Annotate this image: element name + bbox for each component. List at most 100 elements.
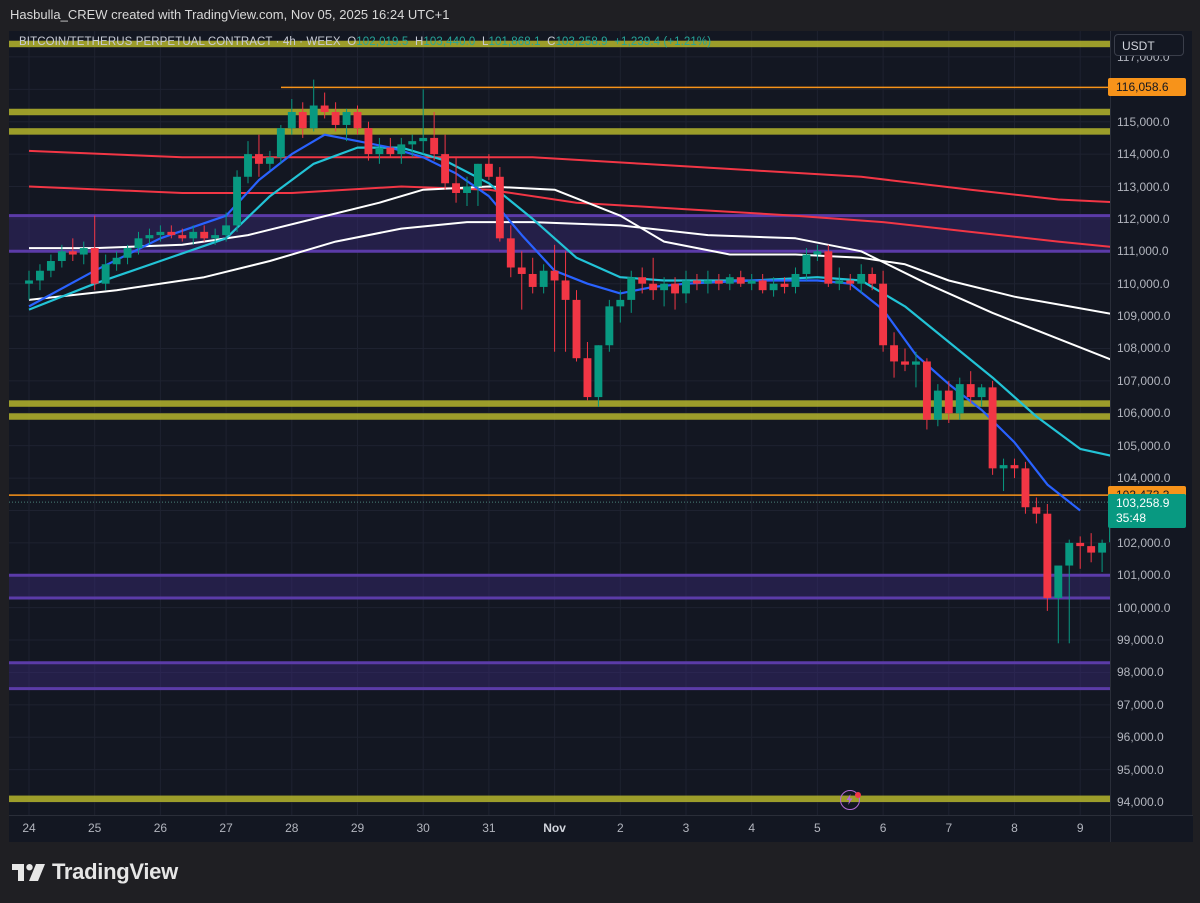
candle-body: [649, 283, 658, 291]
candle-body: [255, 154, 263, 164]
price-tick-label: 109,000.0: [1117, 309, 1171, 324]
candle-body: [309, 105, 318, 129]
time-tick-label: 25: [88, 821, 102, 835]
candle-body: [452, 183, 460, 193]
price-chart[interactable]: [9, 31, 1110, 815]
candle-body: [703, 280, 712, 284]
candle-body: [506, 238, 515, 268]
tradingview-logo[interactable]: TradingView: [12, 859, 178, 885]
candle-body: [583, 358, 592, 398]
candle-body: [287, 111, 296, 129]
purple-zone: [9, 575, 1110, 598]
time-tick-label: 29: [350, 821, 365, 835]
price-tick-label: 106,000.0: [1117, 406, 1171, 421]
time-tick-label: Nov: [543, 821, 566, 835]
candle-body: [178, 235, 187, 239]
candle-body: [145, 235, 154, 239]
candle-body: [265, 157, 274, 164]
last-price-value: 103,258.9: [1116, 496, 1170, 511]
candle-body: [616, 299, 625, 307]
candle-body: [320, 105, 329, 112]
price-tick-label: 98,000.0: [1117, 665, 1164, 680]
yellow-zone: [9, 108, 1110, 116]
candle-body: [572, 299, 581, 359]
price-tick-label: 114,000.0: [1117, 147, 1170, 162]
candle-body: [167, 231, 176, 236]
chart-pane[interactable]: BITCOIN/TETHERUS PERPETUAL CONTRACT · 4h…: [9, 31, 1110, 815]
last-price-badge: 103,258.9 35:48: [1108, 494, 1186, 529]
price-tick-label: 95,000.0: [1117, 762, 1164, 777]
candle-body: [955, 384, 964, 414]
candle-body: [693, 280, 701, 284]
candle-body: [966, 384, 975, 398]
price-tick-label: 104,000.0: [1117, 471, 1171, 486]
candle-body: [463, 186, 471, 193]
candle-body: [791, 273, 800, 287]
time-tick-label: 27: [219, 821, 233, 835]
time-tick-label: 28: [285, 821, 299, 835]
time-axis[interactable]: 24 25 26 27 28 29 30 31 Nov 2 3 4 5 6 7 8 9: [9, 815, 1110, 842]
price-tick-label: 111,000.0: [1117, 244, 1169, 259]
candle-body: [714, 280, 723, 284]
candle-body: [68, 251, 77, 255]
candle-body: [539, 270, 548, 287]
price-tick-label: 110,000.0: [1117, 276, 1170, 291]
purple-zone: [9, 662, 1110, 689]
candle-body: [200, 231, 209, 239]
candle-body: [660, 283, 669, 291]
candle-body: [550, 270, 559, 281]
candle-body: [736, 277, 745, 284]
candle-body: [638, 277, 647, 284]
time-tick-label: 2: [616, 821, 624, 835]
price-tick-label: 101,000.0: [1117, 568, 1171, 583]
candle-body: [912, 361, 920, 365]
candle-body: [244, 154, 252, 177]
candle-body: [36, 270, 44, 281]
candle-body: [769, 283, 778, 291]
price-tick-label: 94,000.0: [1117, 795, 1164, 810]
time-tick-label: 26: [153, 821, 168, 835]
candle-body: [134, 238, 143, 249]
candle-body: [419, 137, 428, 142]
candle-body: [222, 225, 231, 236]
candle-body: [944, 390, 953, 414]
candle-body: [890, 345, 898, 362]
price-tick-label: 99,000.0: [1117, 633, 1164, 648]
price-tick-label: 115,000.0: [1117, 114, 1170, 129]
yellow-zone: [9, 413, 1110, 420]
price-axis[interactable]: 117,000.0116,000.0115,000.0114,000.0113,…: [1110, 31, 1192, 815]
candle-body: [441, 154, 450, 184]
candle-body: [211, 235, 220, 239]
candle-body: [233, 176, 241, 226]
price-tick-label: 97,000.0: [1117, 697, 1164, 712]
candle-body: [758, 280, 767, 291]
candle-body: [408, 141, 417, 145]
yellow-zone: [9, 795, 1110, 803]
currency-selector[interactable]: USDT: [1114, 34, 1184, 56]
candle-body: [495, 176, 504, 239]
candle-body: [25, 280, 33, 284]
candle-body: [802, 254, 811, 274]
price-tick-label: 113,000.0: [1117, 179, 1170, 194]
candle-body: [835, 280, 844, 284]
candle-body: [123, 248, 132, 258]
candle-body: [156, 231, 165, 236]
price-tick-label: 105,000.0: [1117, 438, 1171, 453]
candle-body: [276, 128, 285, 158]
candle-body: [846, 280, 855, 284]
candle-body: [1021, 468, 1030, 508]
candle-body: [1010, 465, 1019, 469]
candle-body: [682, 280, 690, 294]
time-tick-label: 30: [416, 821, 430, 835]
close-label: C: [547, 36, 556, 48]
candle-body: [671, 283, 679, 294]
candle-body: [988, 387, 997, 469]
candle-body: [561, 280, 570, 300]
close-value: 103,258.9: [555, 36, 608, 48]
candle-body: [1098, 542, 1107, 553]
open-label: O: [347, 36, 357, 48]
candle-body: [933, 390, 942, 420]
candle-body: [430, 137, 439, 155]
candle-body: [101, 264, 110, 284]
tradingview-logo-icon: [12, 864, 45, 881]
